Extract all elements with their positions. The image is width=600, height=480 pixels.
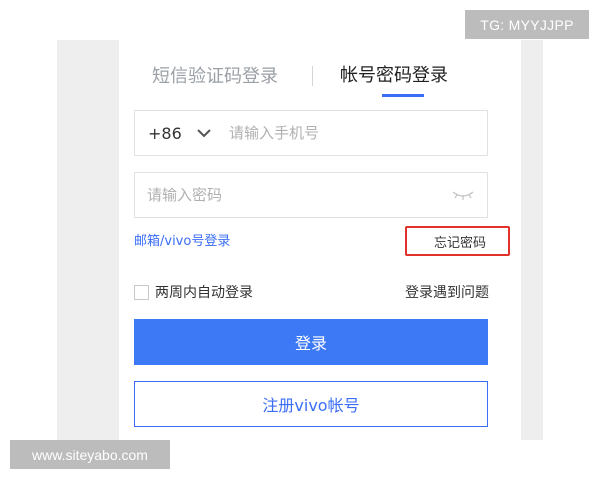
login-trouble-link[interactable]: 登录遇到问题 bbox=[405, 282, 489, 302]
watermark-top-right: TG: MYYJJPP bbox=[465, 10, 589, 39]
active-tab-indicator bbox=[382, 94, 424, 97]
auto-login-label: 两周内自动登录 bbox=[155, 285, 253, 301]
watermark-bottom-left: www.siteyabo.com bbox=[10, 440, 170, 469]
tab-sms-login[interactable]: 短信验证码登录 bbox=[152, 62, 278, 88]
password-field bbox=[134, 172, 488, 218]
tab-divider bbox=[312, 66, 313, 86]
phone-field: +86 bbox=[134, 110, 488, 156]
login-button[interactable]: 登录 bbox=[134, 319, 488, 365]
background-panel-right bbox=[521, 40, 543, 440]
phone-input[interactable] bbox=[229, 111, 479, 155]
eye-closed-icon[interactable] bbox=[451, 188, 475, 202]
forgot-password-link[interactable]: 忘记密码 bbox=[405, 226, 510, 256]
register-button[interactable]: 注册vivo帐号 bbox=[134, 381, 488, 427]
auto-login-option[interactable]: 两周内自动登录 bbox=[134, 282, 253, 302]
background-panel-left bbox=[57, 40, 119, 440]
country-code[interactable]: +86 bbox=[148, 124, 182, 143]
email-login-link[interactable]: 邮箱/vivo号登录 bbox=[134, 230, 230, 249]
auto-login-checkbox[interactable] bbox=[134, 284, 149, 300]
password-input[interactable] bbox=[147, 173, 437, 217]
forgot-password-label: 忘记密码 bbox=[433, 236, 486, 251]
chevron-down-icon[interactable] bbox=[195, 124, 213, 142]
tab-password-login[interactable]: 帐号密码登录 bbox=[340, 61, 448, 87]
